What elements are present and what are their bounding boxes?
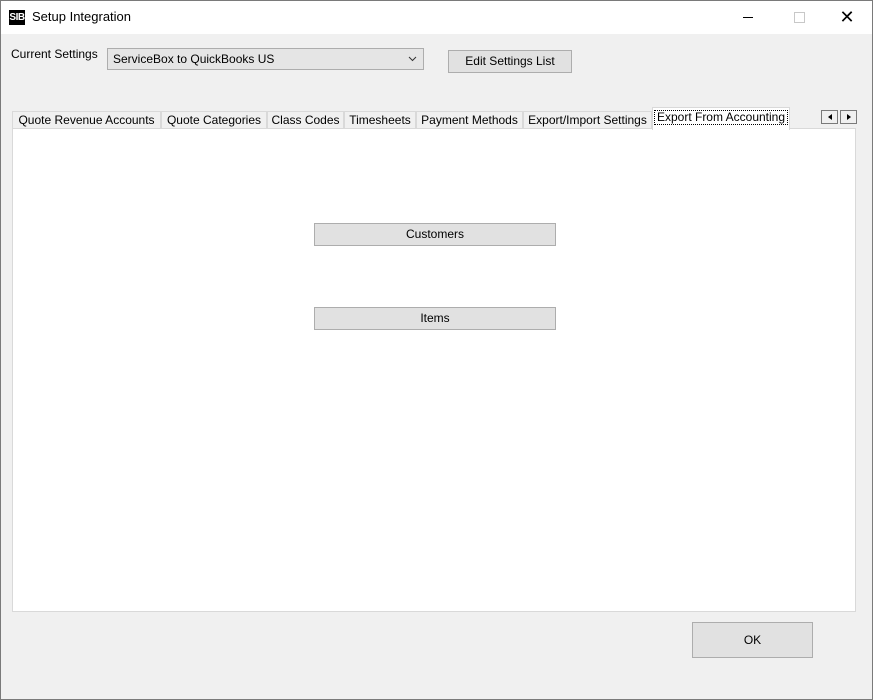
minimize-icon [743,17,753,18]
tab-payment-methods[interactable]: Payment Methods [416,111,523,129]
tab-scroll-buttons [821,110,859,126]
tab-quote-revenue-accounts[interactable]: Quote Revenue Accounts [12,111,161,129]
tab-label: Timesheets [349,113,411,127]
maximize-button[interactable] [776,1,822,34]
tab-timesheets[interactable]: Timesheets [344,111,416,129]
setup-integration-window: SIB Setup Integration ✕ Current Settings… [0,0,873,700]
arrow-right-icon [846,114,851,120]
title-bar[interactable]: SIB Setup Integration ✕ [1,1,872,34]
edit-settings-list-button[interactable]: Edit Settings List [448,50,572,73]
tab-scroll-left-button[interactable] [821,110,838,124]
tab-label: Export/Import Settings [528,113,647,127]
close-button[interactable]: ✕ [824,1,870,34]
tab-export-from-accounting[interactable]: Export From Accounting [652,107,790,130]
current-settings-label: Current Settings [11,47,98,61]
tab-quote-categories[interactable]: Quote Categories [161,111,267,129]
chevron-down-icon [408,56,417,62]
tab-label: Payment Methods [421,113,518,127]
tab-label: Quote Revenue Accounts [18,113,155,127]
maximize-icon [793,12,805,23]
current-settings-dropdown[interactable]: ServiceBox to QuickBooks US [107,48,424,70]
export-from-accounting-panel: Customers Items [12,128,856,612]
arrow-left-icon [827,114,832,120]
items-button[interactable]: Items [314,307,556,330]
current-settings-value: ServiceBox to QuickBooks US [113,52,275,66]
customers-button[interactable]: Customers [314,223,556,246]
tab-label: Export From Accounting [653,110,789,125]
tab-label: Quote Categories [166,113,262,127]
tab-label: Class Codes [271,113,340,127]
tab-class-codes[interactable]: Class Codes [267,111,344,129]
tab-strip: Quote Revenue Accounts Quote Categories … [12,107,862,130]
close-icon: ✕ [839,6,855,28]
window-title: Setup Integration [32,9,132,24]
minimize-button[interactable] [725,1,771,34]
tab-scroll-right-button[interactable] [840,110,857,124]
app-logo-icon: SIB [9,10,25,25]
tab-export-import-settings[interactable]: Export/Import Settings [523,111,652,129]
ok-button[interactable]: OK [692,622,813,658]
